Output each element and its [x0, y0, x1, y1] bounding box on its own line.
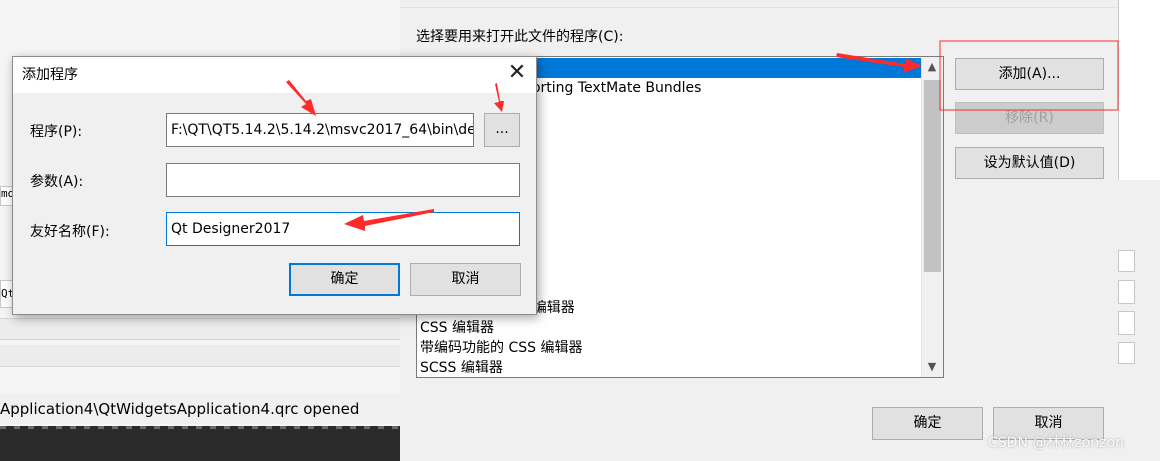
program-list-item[interactable]: 带编码功能的 CSS 编辑器 — [420, 338, 582, 358]
close-icon[interactable]: ✕ — [505, 62, 529, 86]
set-default-button[interactable]: 设为默认值(D) — [955, 147, 1104, 179]
friendly-name-input[interactable]: Qt Designer2017 — [166, 212, 520, 246]
add-program-cancel-button[interactable]: 取消 — [410, 263, 521, 296]
open-with-top-edge — [400, 0, 1118, 8]
background-divider — [0, 345, 400, 367]
friendly-name-label: 友好名称(F): — [30, 224, 110, 240]
add-program-ok-button[interactable]: 确定 — [289, 263, 400, 296]
background-side-field — [1118, 250, 1135, 272]
open-with-ok-button[interactable]: 确定 — [872, 407, 983, 440]
scroll-down-icon[interactable]: ▼ — [921, 358, 943, 376]
background-taskbar — [0, 426, 400, 461]
background-taskbar-ticks — [0, 426, 400, 429]
program-list-label: 选择要用来打开此文件的程序(C): — [416, 29, 624, 45]
background-side-field — [1118, 342, 1135, 364]
arguments-input[interactable] — [166, 163, 520, 197]
output-status-line: Application4\QtWidgetsApplication4.qrc o… — [0, 394, 400, 424]
program-list-item[interactable]: SCSS 编辑器 — [420, 358, 503, 377]
output-status-text: Application4\QtWidgetsApplication4.qrc o… — [0, 400, 360, 418]
arguments-label: 参数(A): — [30, 174, 84, 190]
remove-button[interactable]: 移除(R) — [955, 102, 1104, 134]
program-path-input[interactable]: F:\QT\QT5.14.2\5.14.2\msvc2017_64\bin\de… — [166, 113, 474, 147]
add-button[interactable]: 添加(A)... — [955, 58, 1104, 90]
program-list-item[interactable]: CSS 编辑器 — [420, 318, 494, 338]
watermark: CSDN @林林zonzon — [988, 435, 1124, 451]
background-divider — [0, 318, 400, 340]
background-side-field — [1118, 311, 1135, 335]
scroll-up-icon[interactable]: ▲ — [921, 58, 943, 76]
program-path-label: 程序(P): — [30, 124, 83, 140]
browse-button[interactable]: ... — [484, 113, 520, 147]
background-right-pane — [1118, 0, 1160, 180]
background-side-field — [1118, 280, 1135, 304]
add-program-titlebar — [13, 57, 536, 93]
add-program-title: 添加程序 — [22, 67, 78, 83]
scrollbar-thumb[interactable] — [924, 80, 941, 272]
